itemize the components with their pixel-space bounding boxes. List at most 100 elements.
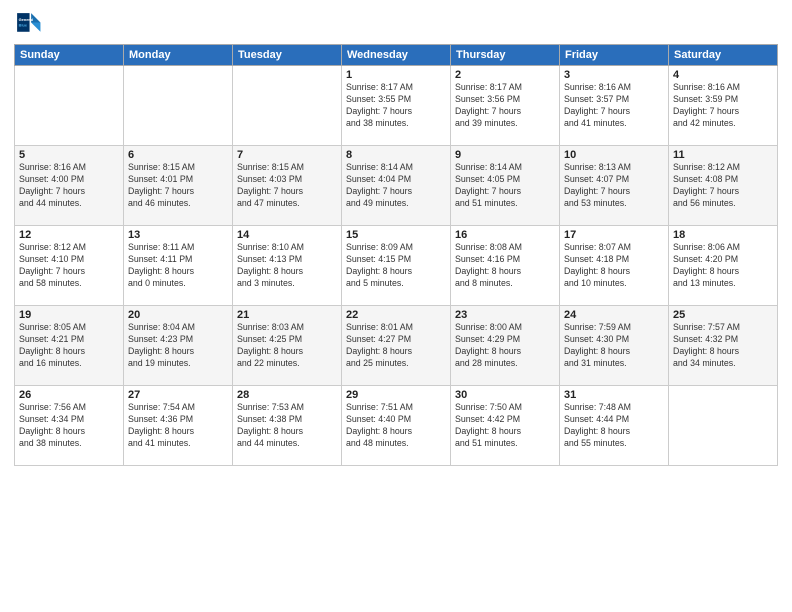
- day-number: 19: [19, 309, 119, 321]
- cell-text: Sunrise: 8:17 AM: [455, 82, 555, 94]
- cell-text: and 41 minutes.: [564, 118, 664, 130]
- calendar-cell: 24Sunrise: 7:59 AMSunset: 4:30 PMDayligh…: [560, 306, 669, 386]
- day-number: 21: [237, 309, 337, 321]
- col-header-thursday: Thursday: [451, 45, 560, 66]
- cell-text: Sunrise: 8:16 AM: [19, 162, 119, 174]
- cell-text: Daylight: 8 hours: [673, 346, 773, 358]
- day-number: 31: [564, 389, 664, 401]
- cell-text: and 51 minutes.: [455, 198, 555, 210]
- cell-text: Daylight: 7 hours: [19, 266, 119, 278]
- col-header-wednesday: Wednesday: [342, 45, 451, 66]
- cell-text: Sunset: 4:27 PM: [346, 334, 446, 346]
- day-number: 17: [564, 229, 664, 241]
- day-number: 25: [673, 309, 773, 321]
- cell-text: Sunset: 4:01 PM: [128, 174, 228, 186]
- week-row-4: 19Sunrise: 8:05 AMSunset: 4:21 PMDayligh…: [15, 306, 778, 386]
- cell-text: Sunrise: 8:15 AM: [128, 162, 228, 174]
- cell-text: Sunset: 3:55 PM: [346, 94, 446, 106]
- cell-text: and 55 minutes.: [564, 438, 664, 450]
- cell-text: and 46 minutes.: [128, 198, 228, 210]
- day-number: 24: [564, 309, 664, 321]
- cell-text: and 3 minutes.: [237, 278, 337, 290]
- cell-text: Sunrise: 7:53 AM: [237, 402, 337, 414]
- cell-text: Sunrise: 8:16 AM: [673, 82, 773, 94]
- cell-text: Sunset: 4:10 PM: [19, 254, 119, 266]
- day-number: 9: [455, 149, 555, 161]
- cell-text: Sunrise: 8:01 AM: [346, 322, 446, 334]
- cell-text: Daylight: 7 hours: [673, 106, 773, 118]
- col-header-monday: Monday: [124, 45, 233, 66]
- cell-text: Daylight: 8 hours: [673, 266, 773, 278]
- cell-text: Sunrise: 8:14 AM: [346, 162, 446, 174]
- day-number: 4: [673, 69, 773, 81]
- day-number: 13: [128, 229, 228, 241]
- calendar-cell: [124, 66, 233, 146]
- cell-text: Sunrise: 8:05 AM: [19, 322, 119, 334]
- cell-text: and 19 minutes.: [128, 358, 228, 370]
- cell-text: and 13 minutes.: [673, 278, 773, 290]
- cell-text: Sunrise: 8:11 AM: [128, 242, 228, 254]
- calendar-cell: 6Sunrise: 8:15 AMSunset: 4:01 PMDaylight…: [124, 146, 233, 226]
- calendar-cell: [669, 386, 778, 466]
- cell-text: and 22 minutes.: [237, 358, 337, 370]
- cell-text: Daylight: 8 hours: [346, 266, 446, 278]
- day-number: 7: [237, 149, 337, 161]
- cell-text: Sunset: 4:18 PM: [564, 254, 664, 266]
- calendar-cell: 15Sunrise: 8:09 AMSunset: 4:15 PMDayligh…: [342, 226, 451, 306]
- day-number: 15: [346, 229, 446, 241]
- cell-text: Sunrise: 8:14 AM: [455, 162, 555, 174]
- cell-text: and 10 minutes.: [564, 278, 664, 290]
- cell-text: Daylight: 8 hours: [346, 346, 446, 358]
- cell-text: Sunset: 4:34 PM: [19, 414, 119, 426]
- calendar-cell: 2Sunrise: 8:17 AMSunset: 3:56 PMDaylight…: [451, 66, 560, 146]
- calendar-cell: 11Sunrise: 8:12 AMSunset: 4:08 PMDayligh…: [669, 146, 778, 226]
- calendar-cell: 29Sunrise: 7:51 AMSunset: 4:40 PMDayligh…: [342, 386, 451, 466]
- calendar-cell: 17Sunrise: 8:07 AMSunset: 4:18 PMDayligh…: [560, 226, 669, 306]
- day-number: 26: [19, 389, 119, 401]
- cell-text: Sunrise: 8:08 AM: [455, 242, 555, 254]
- cell-text: Sunset: 3:59 PM: [673, 94, 773, 106]
- calendar-cell: 21Sunrise: 8:03 AMSunset: 4:25 PMDayligh…: [233, 306, 342, 386]
- cell-text: Sunrise: 8:07 AM: [564, 242, 664, 254]
- col-header-friday: Friday: [560, 45, 669, 66]
- day-number: 6: [128, 149, 228, 161]
- cell-text: Sunset: 4:25 PM: [237, 334, 337, 346]
- cell-text: and 56 minutes.: [673, 198, 773, 210]
- day-number: 2: [455, 69, 555, 81]
- day-number: 12: [19, 229, 119, 241]
- cell-text: and 25 minutes.: [346, 358, 446, 370]
- calendar-cell: 23Sunrise: 8:00 AMSunset: 4:29 PMDayligh…: [451, 306, 560, 386]
- day-number: 23: [455, 309, 555, 321]
- cell-text: and 28 minutes.: [455, 358, 555, 370]
- cell-text: Sunset: 4:30 PM: [564, 334, 664, 346]
- logo-icon: General Blue: [14, 10, 42, 38]
- calendar-cell: 13Sunrise: 8:11 AMSunset: 4:11 PMDayligh…: [124, 226, 233, 306]
- day-number: 5: [19, 149, 119, 161]
- calendar-table: SundayMondayTuesdayWednesdayThursdayFrid…: [14, 44, 778, 466]
- cell-text: Daylight: 8 hours: [128, 346, 228, 358]
- cell-text: Sunset: 4:32 PM: [673, 334, 773, 346]
- day-number: 18: [673, 229, 773, 241]
- cell-text: Sunrise: 7:54 AM: [128, 402, 228, 414]
- calendar-cell: 26Sunrise: 7:56 AMSunset: 4:34 PMDayligh…: [15, 386, 124, 466]
- cell-text: Daylight: 7 hours: [346, 106, 446, 118]
- week-row-5: 26Sunrise: 7:56 AMSunset: 4:34 PMDayligh…: [15, 386, 778, 466]
- week-row-3: 12Sunrise: 8:12 AMSunset: 4:10 PMDayligh…: [15, 226, 778, 306]
- calendar-cell: 28Sunrise: 7:53 AMSunset: 4:38 PMDayligh…: [233, 386, 342, 466]
- calendar-cell: 31Sunrise: 7:48 AMSunset: 4:44 PMDayligh…: [560, 386, 669, 466]
- day-number: 14: [237, 229, 337, 241]
- calendar-cell: 25Sunrise: 7:57 AMSunset: 4:32 PMDayligh…: [669, 306, 778, 386]
- cell-text: Daylight: 8 hours: [564, 346, 664, 358]
- calendar-cell: 12Sunrise: 8:12 AMSunset: 4:10 PMDayligh…: [15, 226, 124, 306]
- cell-text: Sunrise: 8:17 AM: [346, 82, 446, 94]
- logo: General Blue: [14, 10, 46, 38]
- cell-text: Daylight: 8 hours: [237, 346, 337, 358]
- calendar-cell: 8Sunrise: 8:14 AMSunset: 4:04 PMDaylight…: [342, 146, 451, 226]
- cell-text: Daylight: 7 hours: [128, 186, 228, 198]
- header: General Blue: [14, 10, 778, 38]
- col-header-tuesday: Tuesday: [233, 45, 342, 66]
- day-number: 8: [346, 149, 446, 161]
- calendar-cell: 4Sunrise: 8:16 AMSunset: 3:59 PMDaylight…: [669, 66, 778, 146]
- cell-text: Daylight: 8 hours: [455, 266, 555, 278]
- cell-text: Sunrise: 8:13 AM: [564, 162, 664, 174]
